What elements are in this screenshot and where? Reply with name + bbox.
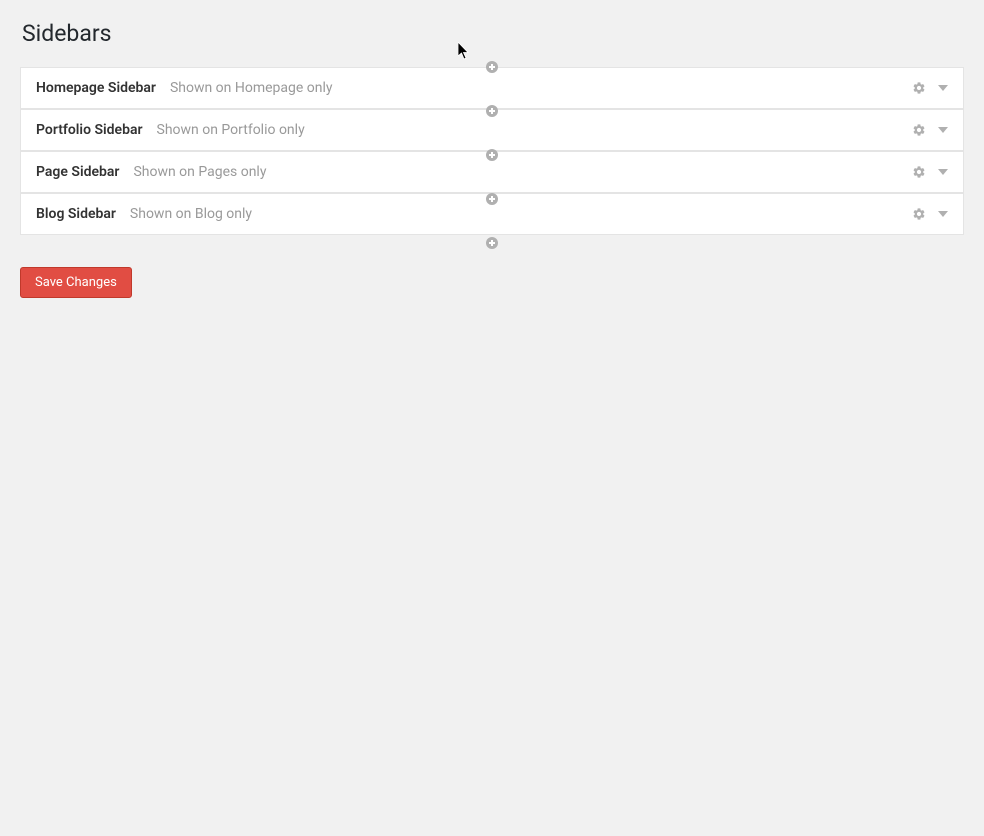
add-row-button[interactable]	[486, 149, 498, 161]
chevron-down-icon[interactable]	[938, 127, 948, 133]
chevron-down-icon[interactable]	[938, 211, 948, 217]
row-actions	[912, 81, 948, 95]
gear-icon[interactable]	[912, 165, 926, 179]
sidebar-name: Blog Sidebar	[36, 206, 116, 222]
row-actions	[912, 123, 948, 137]
add-row-button[interactable]	[486, 61, 498, 73]
sidebar-desc: Shown on Pages only	[133, 164, 266, 180]
gear-icon[interactable]	[912, 81, 926, 95]
gear-icon[interactable]	[912, 123, 926, 137]
add-row-button[interactable]	[486, 105, 498, 117]
sidebar-desc: Shown on Homepage only	[170, 80, 333, 96]
chevron-down-icon[interactable]	[938, 85, 948, 91]
add-row-button[interactable]	[486, 237, 498, 249]
gear-icon[interactable]	[912, 207, 926, 221]
sidebar-name: Portfolio Sidebar	[36, 122, 143, 138]
sidebar-name: Homepage Sidebar	[36, 80, 156, 96]
page-title: Sidebars	[22, 20, 964, 47]
sidebar-desc: Shown on Blog only	[130, 206, 252, 222]
row-actions	[912, 207, 948, 221]
save-button[interactable]: Save Changes	[20, 267, 132, 298]
sidebar-row[interactable]: Homepage Sidebar Shown on Homepage only	[20, 67, 964, 109]
chevron-down-icon[interactable]	[938, 169, 948, 175]
sidebar-name: Page Sidebar	[36, 164, 119, 180]
sidebar-desc: Shown on Portfolio only	[157, 122, 305, 138]
row-actions	[912, 165, 948, 179]
add-row-button[interactable]	[486, 193, 498, 205]
sidebar-list: Homepage Sidebar Shown on Homepage only …	[20, 67, 964, 235]
